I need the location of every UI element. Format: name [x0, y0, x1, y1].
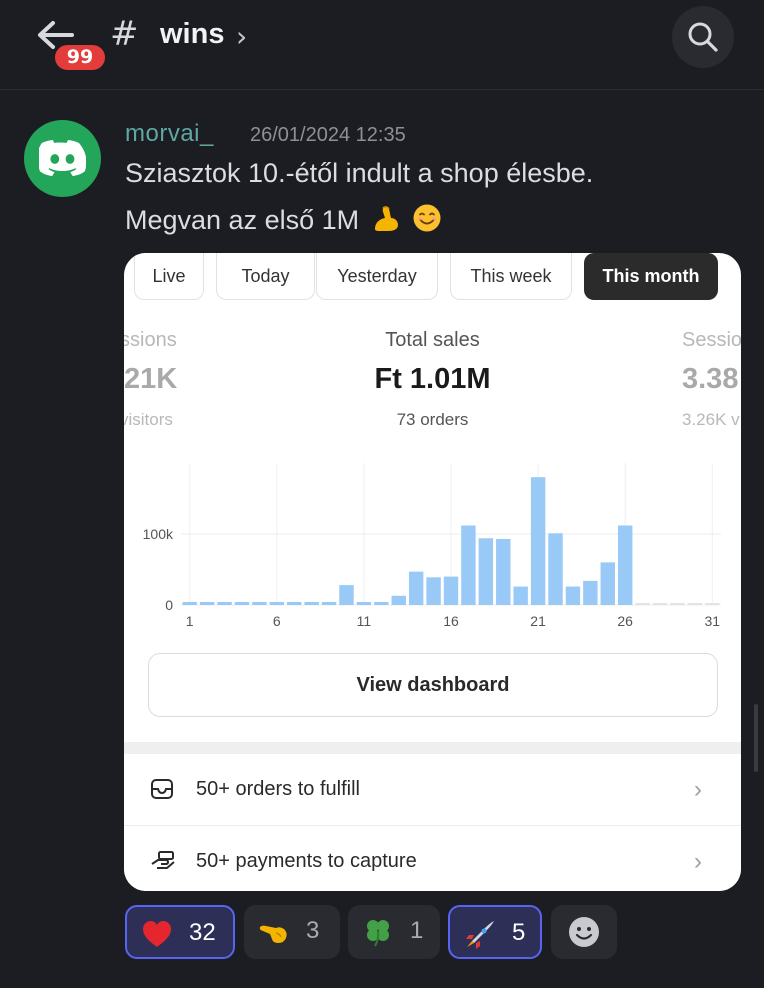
chart-bar	[287, 602, 302, 605]
chart-x-tick-label: 1	[186, 613, 194, 629]
chart-bar	[269, 602, 285, 605]
orders-to-fulfill-label: 50+ orders to fulfill	[196, 778, 360, 800]
chart-bar	[321, 602, 337, 605]
chart-bar	[182, 602, 197, 605]
image-attachment[interactable]: Live Today Yesterday This week This mont…	[124, 253, 741, 891]
chart-bar	[687, 603, 703, 605]
chart-bar	[356, 602, 372, 605]
chart-y-tick-label: 100k	[143, 526, 174, 542]
chart-x-tick-label: 6	[273, 613, 281, 629]
chart-bar	[513, 586, 528, 605]
search-button[interactable]	[672, 6, 734, 68]
reaction-count: 1	[410, 917, 424, 944]
message-text-line-2-text: Megvan az első 1M	[125, 205, 360, 235]
chart-x-tick-label: 26	[617, 613, 633, 629]
sales-bar-chart: 0100k1 6 11 16 21 26 31	[143, 463, 721, 629]
smiling-face-emoji-icon	[413, 204, 441, 232]
chart-bar	[443, 576, 459, 605]
chevron-right-icon[interactable]: ›	[236, 20, 247, 53]
reaction-count: 3	[306, 917, 320, 944]
chart-x-tick-label: 21	[530, 613, 546, 629]
reaction-count: 5	[512, 919, 526, 946]
chart-x-tick-label: 31	[705, 613, 721, 629]
reaction-pointing-hand[interactable]: 3	[244, 905, 340, 959]
pointing-hand-emoji-icon	[259, 925, 287, 943]
heart-emoji-icon	[143, 921, 171, 947]
chart-bar	[652, 603, 668, 605]
chart-x-tick-label: 16	[443, 613, 459, 629]
tab-yesterday[interactable]: Yesterday	[316, 253, 438, 300]
chart-bar	[374, 602, 389, 605]
message-text-line-2: Megvan az első 1M	[125, 203, 442, 236]
message-text-line-1: Sziasztok 10.-étől indult a shop élesbe.	[125, 158, 594, 188]
total-sales-value: Ft 1.01M	[374, 363, 491, 395]
sessions-right-label-partial: Sessio	[682, 329, 741, 351]
tab-this-month[interactable]: This month	[584, 253, 718, 300]
chart-bar	[304, 602, 319, 605]
message-timestamp: 26/01/2024 12:35	[250, 124, 406, 146]
chart-bar	[461, 525, 476, 605]
chevron-right-icon: ›	[694, 848, 702, 875]
flexed-biceps-emoji-icon	[374, 206, 398, 231]
chart-bar	[252, 602, 267, 605]
four-leaf-clover-emoji-icon	[367, 920, 389, 947]
hash-icon: #	[110, 14, 139, 54]
chart-y-tick-label: 0	[165, 597, 173, 613]
chart-bar	[478, 538, 494, 605]
sessions-right-value-partial: 3.38	[682, 363, 739, 395]
add-reaction-button[interactable]	[551, 905, 617, 959]
total-sales-label: Total sales	[385, 329, 480, 351]
scrollbar-thumb[interactable]	[754, 704, 758, 772]
unread-badge: 99	[52, 42, 108, 73]
hand-payment-icon	[151, 851, 175, 869]
chart-bar	[408, 571, 424, 605]
chart-bar	[339, 585, 354, 605]
section-divider	[124, 742, 741, 754]
avatar[interactable]	[24, 120, 101, 197]
reaction-four-leaf-clover[interactable]: 1	[348, 905, 440, 959]
channel-header: 99 # wins ›	[0, 0, 764, 90]
tab-this-week[interactable]: This week	[450, 253, 572, 300]
chart-bar	[705, 603, 720, 605]
inbox-icon	[151, 779, 173, 799]
chart-bar	[548, 533, 563, 605]
chevron-right-icon: ›	[694, 776, 702, 803]
reaction-count: 32	[189, 919, 216, 946]
smiley-add-reaction-icon	[569, 917, 599, 947]
chart-bar	[530, 477, 546, 605]
reaction-heart[interactable]: 32	[125, 905, 235, 959]
chart-bar	[217, 602, 232, 605]
search-icon	[688, 22, 718, 52]
reaction-rocket[interactable]: 5	[448, 905, 542, 959]
chart-bar	[635, 603, 650, 605]
chart-bar	[391, 595, 406, 605]
chart-x-tick-label: 11	[357, 613, 372, 629]
chart-bar	[199, 602, 215, 605]
chart-bar	[583, 580, 598, 605]
chart-bar	[496, 538, 511, 605]
tab-today[interactable]: Today	[216, 253, 315, 300]
rocket-emoji-icon	[466, 921, 494, 949]
message-username[interactable]: morvai_	[125, 120, 214, 148]
orders-to-fulfill-row[interactable]: 50+ orders to fulfill ›	[124, 754, 741, 826]
tab-live[interactable]: Live	[134, 253, 204, 300]
visitors-right-label-partial: 3.26K v	[682, 410, 740, 429]
chart-bar	[670, 603, 685, 605]
payments-to-capture-row[interactable]: 50+ payments to capture ›	[124, 826, 741, 891]
chart-bar	[600, 562, 615, 605]
discord-logo-icon	[39, 140, 86, 176]
chart-bar	[565, 586, 581, 605]
view-dashboard-button[interactable]: View dashboard	[148, 653, 718, 717]
orders-count: 73 orders	[396, 410, 469, 429]
payments-to-capture-label: 50+ payments to capture	[196, 850, 417, 872]
chart-bar	[617, 525, 633, 605]
channel-title[interactable]: wins	[160, 18, 224, 51]
chart-bar	[426, 577, 441, 605]
chart-bar	[234, 602, 250, 605]
